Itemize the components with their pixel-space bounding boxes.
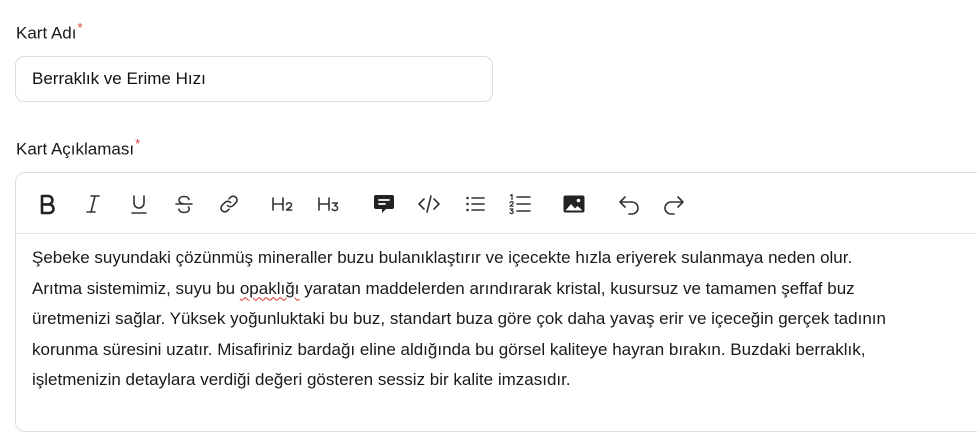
code-icon	[418, 195, 440, 213]
card-name-input[interactable]	[15, 56, 493, 102]
required-asterisk: *	[77, 20, 83, 35]
card-name-label-text: Kart Adı	[16, 23, 77, 43]
strikethrough-icon	[175, 195, 193, 214]
underline-icon	[131, 195, 147, 214]
comment-icon	[374, 195, 394, 213]
link-icon	[220, 195, 238, 213]
heading-3-button[interactable]	[314, 189, 344, 219]
editor-line: üretmenizi sağlar. Yüksek yoğunluktaki b…	[32, 309, 886, 328]
editor-line: Arıtma sistemimiz, suyu bu opaklığı yara…	[32, 274, 977, 305]
bold-button[interactable]	[32, 189, 62, 219]
code-button[interactable]	[414, 189, 444, 219]
redo-icon	[664, 196, 684, 215]
bullet-list-icon	[466, 196, 485, 212]
bullet-list-button[interactable]	[460, 189, 490, 219]
image-button[interactable]	[559, 189, 589, 219]
editor-line: korunma süresini uzatır. Misafiriniz bar…	[32, 339, 866, 359]
card-description-label-text: Kart Açıklaması	[16, 139, 135, 159]
ordered-list-icon	[509, 193, 531, 215]
redo-button[interactable]	[659, 189, 689, 219]
undo-icon	[619, 196, 639, 215]
card-name-label: Kart Adı*	[16, 20, 83, 44]
image-icon	[563, 195, 585, 213]
editor-line: işletmenizin detaylara verdiği değeri gö…	[32, 370, 571, 389]
rich-text-editor: Şebeke suyundaki çözünmüş mineraller buz…	[15, 172, 977, 432]
editor-content[interactable]: Şebeke suyundaki çözünmüş mineraller buz…	[32, 243, 977, 396]
misspelled-word[interactable]: opaklığı	[240, 279, 300, 298]
editor-text: Arıtma sistemimiz, suyu bu	[32, 278, 240, 298]
underline-button[interactable]	[124, 189, 154, 219]
link-button[interactable]	[214, 189, 244, 219]
editor-toolbar	[16, 173, 977, 234]
ordered-list-button[interactable]	[505, 189, 535, 219]
heading-2-icon	[272, 197, 293, 211]
strikethrough-button[interactable]	[169, 189, 199, 219]
italic-icon	[86, 195, 100, 213]
editor-text: yaratan maddelerden arındırarak kristal,…	[299, 278, 855, 298]
card-description-label: Kart Açıklaması*	[16, 136, 140, 160]
editor-line: Şebeke suyundaki çözünmüş mineraller buz…	[32, 248, 853, 267]
required-asterisk: *	[135, 136, 141, 151]
heading-2-button[interactable]	[268, 189, 298, 219]
bold-icon	[40, 194, 55, 215]
italic-button[interactable]	[78, 189, 108, 219]
heading-3-icon	[318, 197, 339, 212]
undo-button[interactable]	[614, 189, 644, 219]
comment-button[interactable]	[369, 189, 399, 219]
